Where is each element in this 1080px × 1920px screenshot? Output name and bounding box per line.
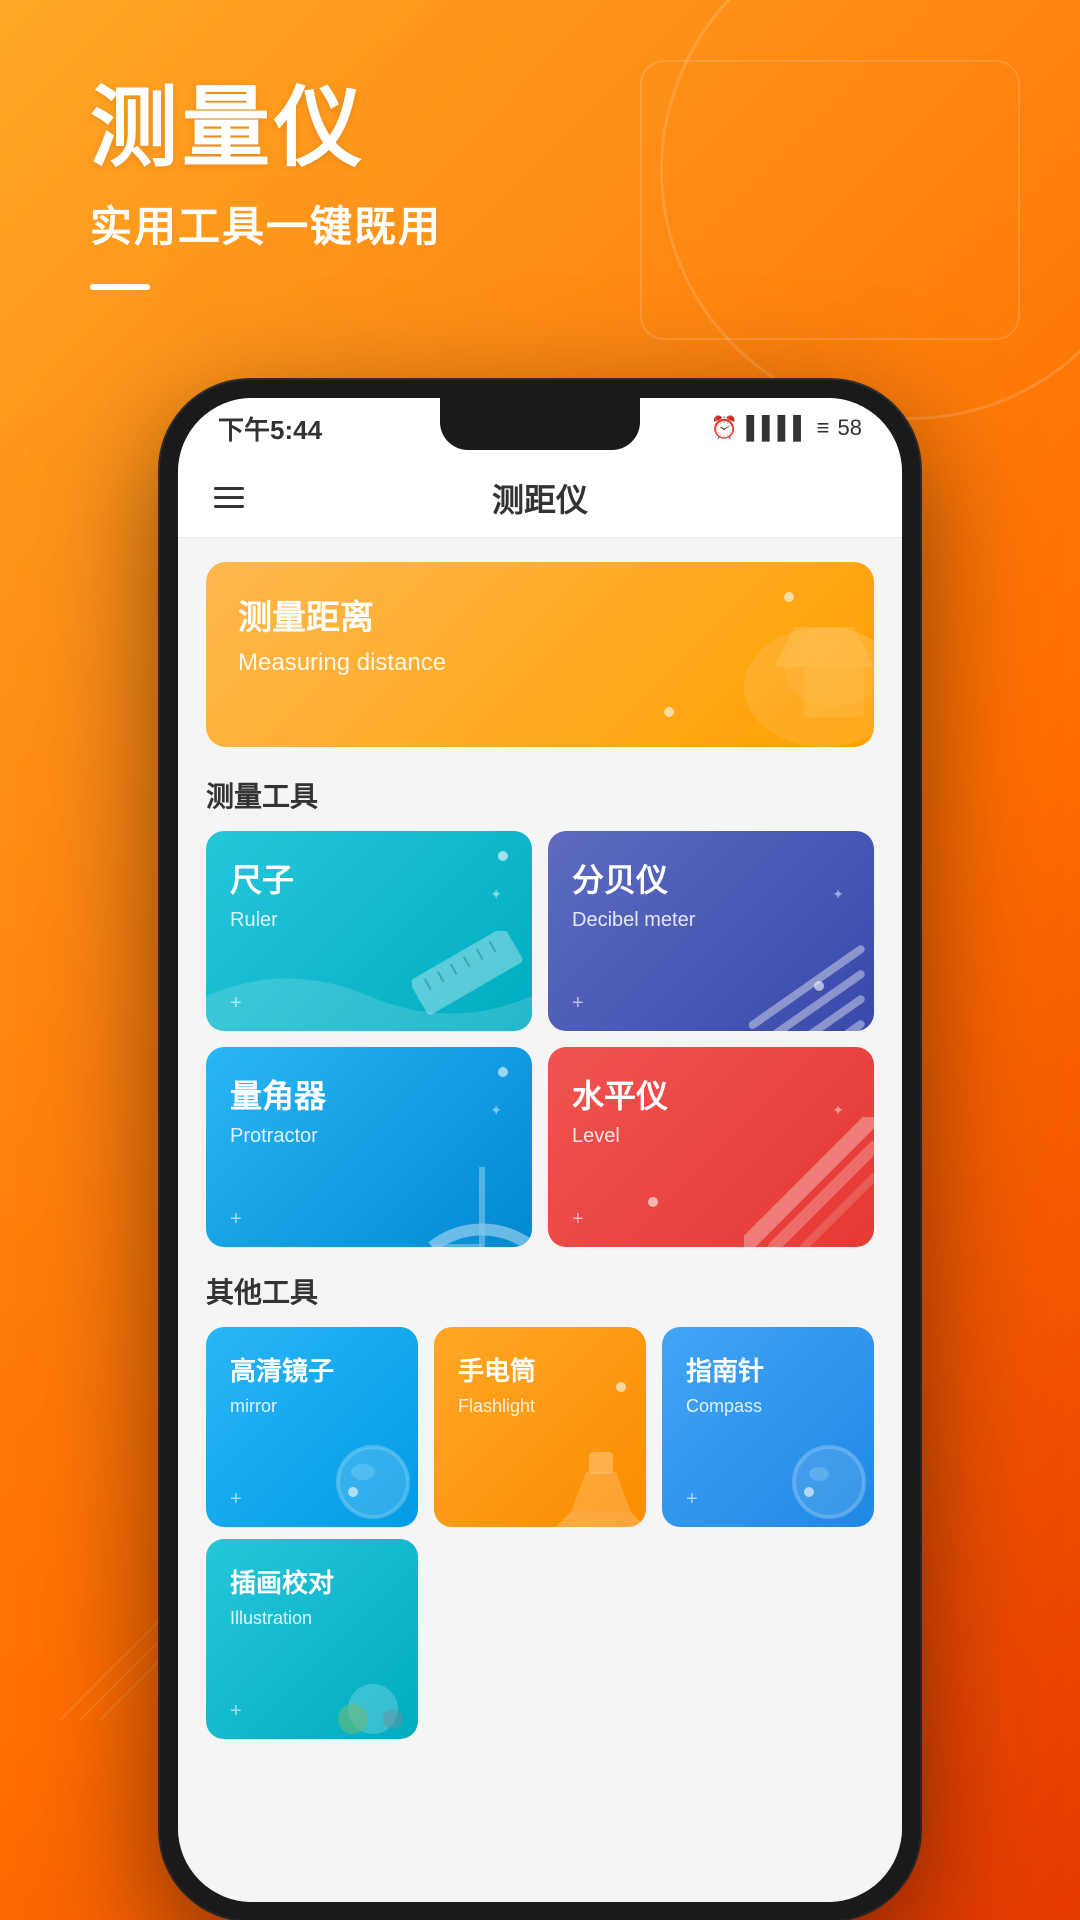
- app-header: 测距仪: [178, 458, 902, 538]
- hamburger-line-1: [214, 487, 244, 490]
- app-name: 测量仪: [90, 80, 442, 177]
- flashlight-card-content: 手电筒 Flashlight: [434, 1327, 646, 1527]
- decibel-star: ✦: [832, 886, 844, 903]
- flashlight-card[interactable]: 手电筒 Flashlight: [434, 1327, 646, 1527]
- mirror-title: 高清镜子: [230, 1351, 394, 1388]
- hamburger-button[interactable]: [214, 487, 244, 508]
- phone-screen: 下午5:44 ⏰ ▌▌▌▌ ≡ 58 测距仪: [178, 398, 902, 1902]
- header-section: 测量仪 实用工具一键既用: [90, 80, 442, 290]
- mirror-card-content: 高清镜子 mirror +: [206, 1327, 418, 1527]
- wifi-icon: ≡: [817, 415, 830, 441]
- phone-mockup: 下午5:44 ⏰ ▌▌▌▌ ≡ 58 测距仪: [160, 380, 920, 1920]
- banner-subtitle: Measuring distance: [238, 649, 842, 677]
- level-subtitle: Level: [572, 1125, 850, 1148]
- hamburger-line-2: [214, 496, 244, 499]
- phone-outer: 下午5:44 ⏰ ▌▌▌▌ ≡ 58 测距仪: [160, 380, 920, 1920]
- protractor-card[interactable]: 量角器 Protractor ✦ +: [206, 1047, 532, 1247]
- decibel-card-content: 分贝仪 Decibel meter ✦ +: [548, 831, 874, 1031]
- ruler-star: ✦: [490, 886, 502, 903]
- banner-title: 测量距离: [238, 590, 842, 639]
- protractor-title: 量角器: [230, 1071, 508, 1117]
- decibel-title: 分贝仪: [572, 855, 850, 901]
- level-plus: +: [572, 1208, 584, 1231]
- other-tool-grid-2: 插画校对 Illustration +: [178, 1539, 902, 1739]
- measurement-section-label: 测量工具: [178, 767, 902, 831]
- level-card[interactable]: 水平仪 Level ✦ +: [548, 1047, 874, 1247]
- mirror-subtitle: mirror: [230, 1396, 394, 1417]
- mirror-plus: +: [230, 1488, 242, 1511]
- banner-dot-2: [664, 707, 674, 717]
- app-content: 测量距离 Measuring distance: [178, 538, 902, 1902]
- illustration-subtitle: Illustration: [230, 1608, 394, 1629]
- compass-card-content: 指南针 Compass +: [662, 1327, 874, 1527]
- alarm-icon: ⏰: [711, 415, 738, 441]
- app-tagline: 实用工具一键既用: [90, 193, 442, 254]
- flashlight-title: 手电筒: [458, 1351, 622, 1388]
- decibel-subtitle: Decibel meter: [572, 909, 850, 932]
- phone-notch: [440, 398, 640, 450]
- signal-icon: ▌▌▌▌: [746, 415, 808, 441]
- status-icons: ⏰ ▌▌▌▌ ≡ 58: [711, 415, 862, 441]
- other-section-label: 其他工具: [178, 1263, 902, 1327]
- protractor-plus: +: [230, 1208, 242, 1231]
- compass-card[interactable]: 指南针 Compass +: [662, 1327, 874, 1527]
- flashlight-dot-star: [616, 1382, 626, 1392]
- illustration-title: 插画校对: [230, 1563, 394, 1600]
- illustration-plus: +: [230, 1700, 242, 1723]
- decibel-plus: +: [572, 992, 584, 1015]
- level-star: ✦: [832, 1102, 844, 1119]
- battery-icon: 58: [838, 415, 862, 441]
- decibel-card[interactable]: 分贝仪 Decibel meter ✦ +: [548, 831, 874, 1031]
- ruler-card-content: 尺子 Ruler ✦ +: [206, 831, 532, 1031]
- compass-plus: +: [686, 1488, 698, 1511]
- compass-title: 指南针: [686, 1351, 850, 1388]
- level-title: 水平仪: [572, 1071, 850, 1117]
- other-tool-grid: 高清镜子 mirror + 手电筒: [178, 1327, 902, 1527]
- level-card-content: 水平仪 Level ✦ +: [548, 1047, 874, 1247]
- header-divider: [90, 284, 150, 290]
- illustration-card[interactable]: 插画校对 Illustration +: [206, 1539, 418, 1739]
- ruler-plus: +: [230, 992, 242, 1015]
- ruler-subtitle: Ruler: [230, 909, 508, 932]
- ruler-card[interactable]: 尺子 Ruler ✦ +: [206, 831, 532, 1031]
- measurement-tool-grid: 尺子 Ruler ✦ +: [178, 831, 902, 1247]
- protractor-star: ✦: [490, 1102, 502, 1119]
- mirror-card[interactable]: 高清镜子 mirror +: [206, 1327, 418, 1527]
- compass-subtitle: Compass: [686, 1396, 850, 1417]
- banner-card[interactable]: 测量距离 Measuring distance: [206, 562, 874, 747]
- screen-title: 测距仪: [492, 475, 588, 521]
- hamburger-line-3: [214, 505, 244, 508]
- flashlight-subtitle: Flashlight: [458, 1396, 622, 1417]
- protractor-subtitle: Protractor: [230, 1125, 508, 1148]
- protractor-card-content: 量角器 Protractor ✦ +: [206, 1047, 532, 1247]
- illustration-card-content: 插画校对 Illustration +: [206, 1539, 418, 1739]
- ruler-title: 尺子: [230, 855, 508, 901]
- banner-content: 测量距离 Measuring distance: [206, 562, 874, 705]
- status-time: 下午5:44: [218, 410, 322, 447]
